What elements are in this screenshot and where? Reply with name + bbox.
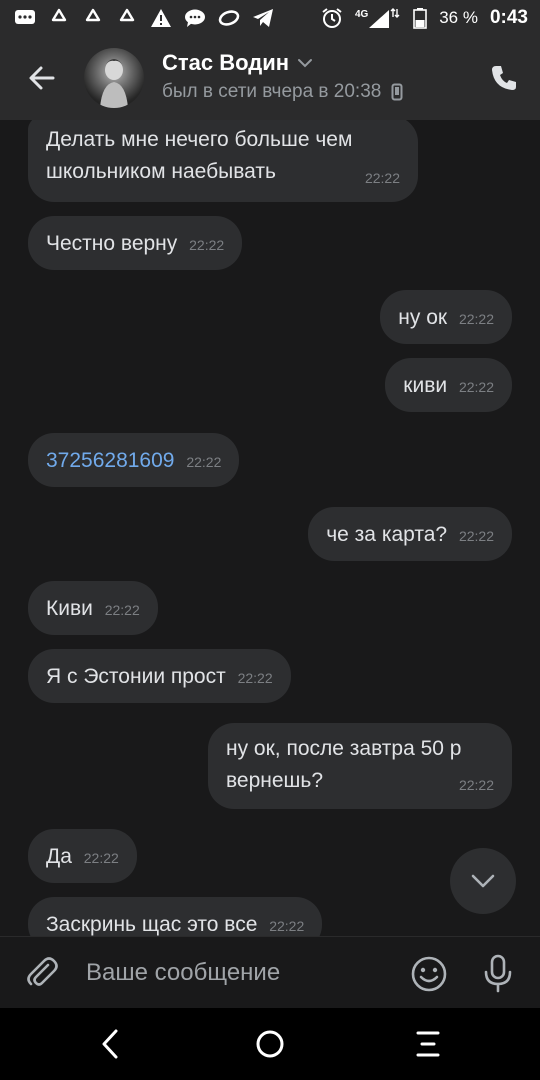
status-bar: 4G 36 % 0:43 [0, 0, 540, 36]
swirl-app-icon [218, 7, 240, 29]
home-circle-icon [256, 1030, 284, 1058]
message-time: 22:22 [237, 670, 273, 686]
message-text: Да [46, 845, 72, 868]
message-incoming[interactable]: Да 22:22 [28, 829, 137, 883]
message-incoming[interactable]: Заскринь щас это все 22:22 [28, 897, 323, 936]
message-incoming[interactable]: Я с Эстонии прост 22:22 [28, 649, 291, 703]
mobile-phone-icon [391, 83, 403, 101]
message-list[interactable]: Делать мне нечего больше чем школьником … [0, 120, 540, 936]
paperclip-icon [27, 957, 58, 986]
message-text: Честно верну [46, 232, 178, 255]
message-time: 22:22 [189, 237, 225, 253]
recycle-icon [82, 7, 104, 29]
nav-menu-button[interactable] [410, 1026, 446, 1062]
smiley-icon [411, 956, 447, 992]
scroll-to-bottom-button[interactable] [450, 848, 516, 914]
warning-icon [150, 7, 172, 29]
recycle-icon [116, 7, 138, 29]
message-text: Делать мне нечего больше чем школьником … [46, 128, 353, 183]
message-outgoing[interactable]: киви 22:22 [385, 358, 512, 412]
message-composer [0, 936, 540, 1008]
message-outgoing[interactable]: ну ок, после завтра 50 р вернешь? 22:22 [208, 723, 512, 809]
nav-back-button[interactable] [92, 1026, 128, 1062]
menu-lines-icon [416, 1031, 440, 1057]
message-text: че за карта? [326, 523, 448, 546]
back-button[interactable] [22, 58, 62, 98]
battery-percent: 36 % [439, 8, 478, 27]
alarm-icon [321, 7, 343, 29]
chevron-down-icon[interactable] [297, 57, 313, 69]
message-time: 22:22 [458, 528, 494, 544]
message-text: Заскринь щас это все [46, 913, 258, 936]
message-time: 22:22 [83, 850, 119, 866]
contact-name[interactable]: Стас Водин [162, 50, 289, 76]
message-bubble-icon [184, 7, 206, 29]
emoji-button[interactable] [410, 955, 448, 993]
telegram-icon [252, 7, 274, 29]
message-text: ну ок [398, 306, 448, 329]
last-seen-row: был в сети вчера в 20:38 [162, 81, 403, 103]
call-button[interactable] [486, 60, 522, 96]
last-seen-status: был в сети вчера в 20:38 [162, 81, 382, 102]
message-incoming[interactable]: Киви 22:22 [28, 581, 158, 635]
message-outgoing[interactable]: че за карта? 22:22 [308, 507, 512, 561]
voice-message-button[interactable] [480, 953, 516, 993]
message-input[interactable] [86, 955, 386, 991]
message-text: киви [403, 374, 448, 397]
signal-4g-icon: 4G [355, 7, 401, 29]
attach-button[interactable] [24, 955, 60, 991]
system-navigation-bar [0, 1008, 540, 1080]
message-outgoing[interactable]: ну ок 22:22 [380, 290, 512, 344]
message-time: 22:22 [104, 602, 140, 618]
message-time: 22:22 [458, 379, 494, 395]
chevron-down-icon [471, 874, 495, 888]
contact-name-row[interactable]: Стас Водин [162, 50, 313, 76]
message-incoming[interactable]: 37256281609 22:22 [28, 433, 240, 487]
system-indicators: 4G 36 % 0:43 [321, 7, 528, 29]
chat-header: Стас Водин был в сети вчера в 20:38 [0, 36, 540, 120]
battery-icon [413, 7, 428, 29]
message-text: Киви [46, 597, 93, 620]
nav-home-button[interactable] [252, 1026, 288, 1062]
svg-text:4G: 4G [355, 9, 369, 20]
message-time: 22:22 [458, 777, 494, 793]
recycle-icon [48, 7, 70, 29]
message-time: 22:22 [364, 170, 400, 186]
message-incoming[interactable]: Делать мне нечего больше чем школьником … [28, 120, 418, 202]
chat-app-icon [14, 7, 36, 29]
message-incoming[interactable]: Честно верну 22:22 [28, 216, 243, 270]
chevron-left-icon [102, 1029, 118, 1059]
clock: 0:43 [489, 7, 528, 28]
avatar[interactable] [84, 48, 144, 108]
phone-number-link[interactable]: 37256281609 [46, 449, 174, 472]
arrow-left-icon [29, 66, 55, 90]
notification-icons [14, 7, 274, 29]
message-time: 22:22 [186, 454, 222, 470]
message-time: 22:22 [269, 918, 305, 934]
microphone-icon [484, 954, 512, 993]
message-text: Я с Эстонии прост [46, 665, 226, 688]
phone-icon [492, 66, 516, 90]
message-time: 22:22 [458, 311, 494, 327]
message-text: ну ок, после завтра 50 р вернешь? [226, 737, 462, 792]
